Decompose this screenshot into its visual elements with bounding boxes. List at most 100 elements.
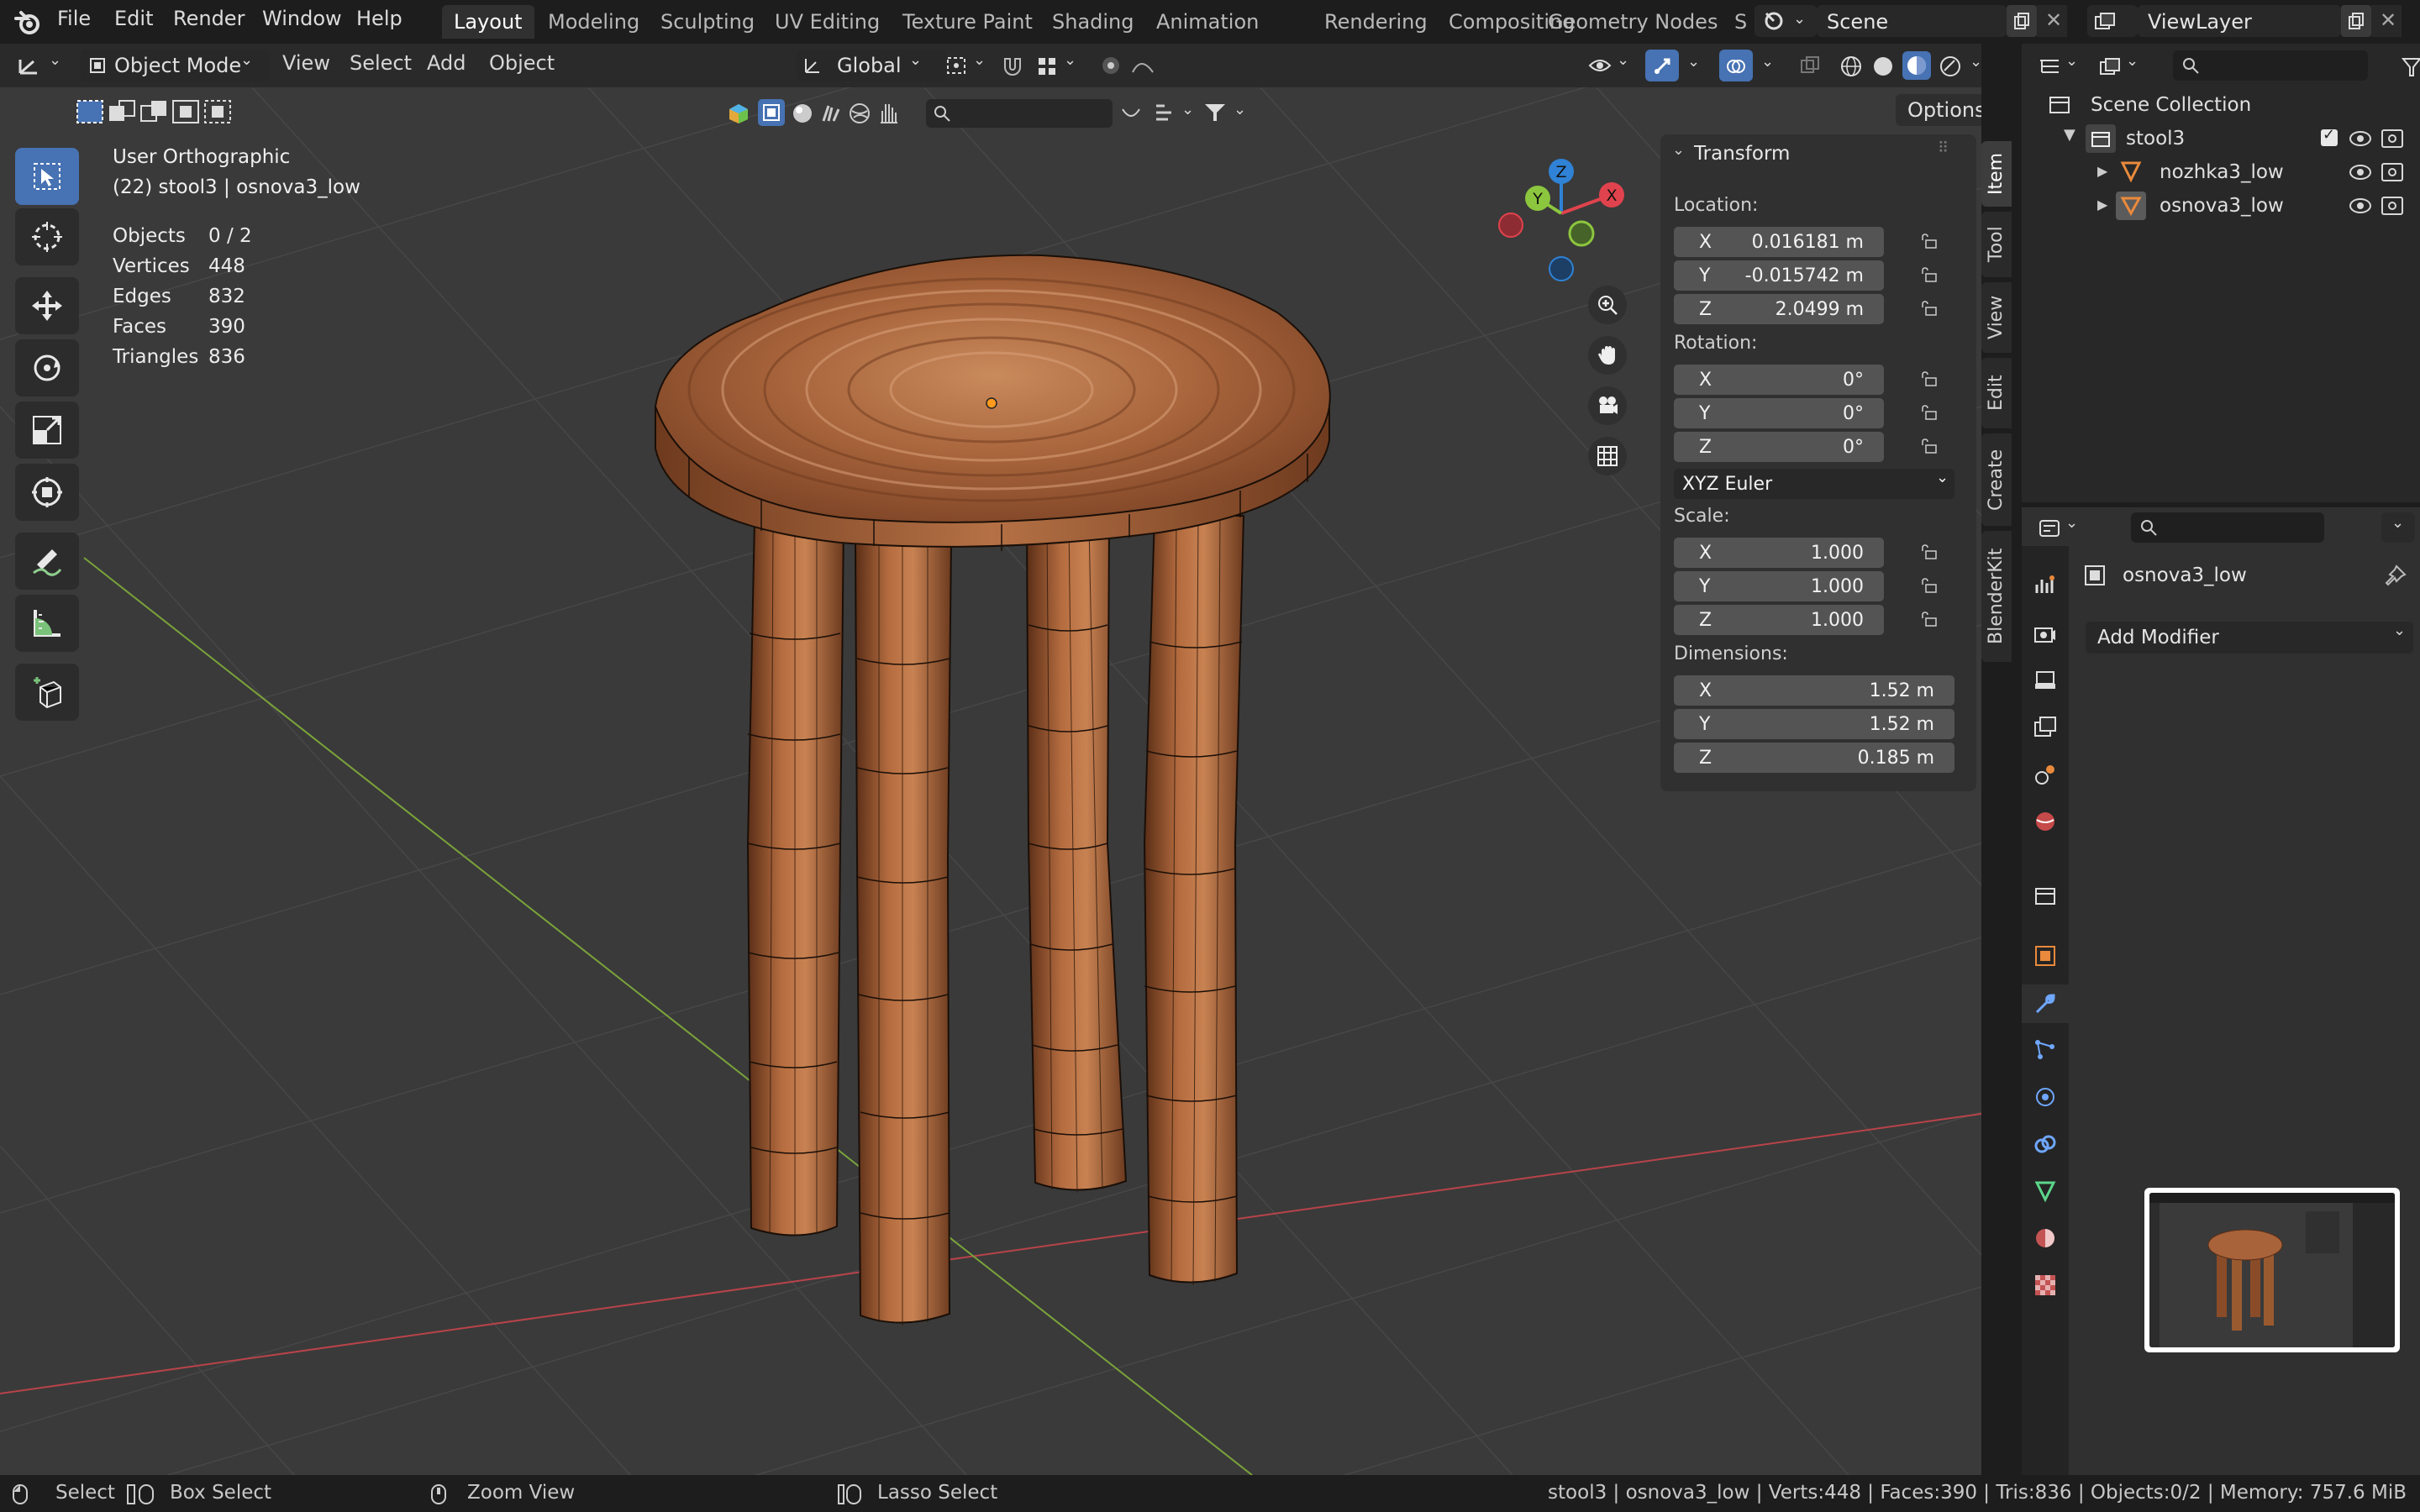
overlays-toggle-button[interactable] — [1719, 50, 1753, 81]
lock-icon[interactable] — [1919, 578, 1938, 593]
tab-more[interactable]: S — [1723, 5, 1759, 39]
dimensions-x-field[interactable]: X 1.52 m — [1674, 675, 1954, 706]
lock-icon[interactable] — [1919, 267, 1938, 282]
select-invert-icon[interactable] — [171, 99, 200, 124]
scene-name-field[interactable]: Scene — [1817, 5, 2007, 37]
tab-tool[interactable]: Tool — [1981, 212, 2012, 277]
thumbnail-preview[interactable] — [2144, 1188, 2400, 1352]
lights-icon[interactable] — [820, 102, 842, 124]
lock-icon[interactable] — [1919, 371, 1938, 386]
modifier-tab-active[interactable] — [2022, 984, 2069, 1023]
funnel-filter-icon[interactable] — [2402, 55, 2420, 77]
chevron-down-icon[interactable]: ⌄ — [1234, 101, 1246, 118]
add-modifier-dropdown[interactable]: Add Modifier ⌄ — [2086, 622, 2413, 654]
blender-logo-icon[interactable] — [13, 8, 42, 37]
camera-render-icon[interactable] — [2381, 129, 2403, 148]
view-layer-name-field[interactable]: ViewLayer — [2138, 5, 2341, 37]
menu-edit[interactable]: Edit — [114, 7, 153, 30]
lock-icon[interactable] — [1919, 612, 1938, 627]
properties-search-input[interactable] — [2131, 512, 2324, 543]
tab-view[interactable]: View — [1981, 282, 2012, 353]
chevron-down-icon[interactable]: ⌄ — [1687, 53, 1700, 71]
add-cube-tool[interactable] — [15, 664, 79, 721]
object-data-mesh-icon[interactable] — [2033, 1179, 2057, 1203]
tab-item[interactable]: Item — [1981, 141, 2012, 207]
object-menu[interactable]: Object — [489, 51, 555, 75]
viewport-search-input[interactable] — [926, 99, 1113, 128]
chevron-down-icon[interactable]: ⌄ — [1181, 101, 1194, 118]
xray-toggle-icon[interactable] — [1800, 55, 1820, 76]
scene-collection-label[interactable]: Scene Collection — [2091, 94, 2251, 116]
output-properties-icon[interactable] — [2033, 669, 2057, 692]
transform-tool[interactable] — [15, 464, 79, 521]
dimensions-y-field[interactable]: Y 1.52 m — [1674, 709, 1954, 739]
dimensions-z-field[interactable]: Z 0.185 m — [1674, 743, 1954, 773]
outliner-object-nozhka3[interactable]: nozhka3_low — [2160, 161, 2284, 183]
chevron-down-icon[interactable]: ⌄ — [1970, 53, 1982, 71]
gizmo-toggle-button[interactable] — [1645, 50, 1679, 81]
visibility-dropdown[interactable]: ⌄ — [1583, 50, 1634, 81]
scene-properties-icon[interactable] — [2033, 763, 2057, 786]
drag-handle-icon[interactable]: ⠿ — [1938, 139, 1949, 157]
select-menu[interactable]: Select — [350, 51, 412, 75]
list-filter-icon[interactable] — [1155, 102, 1178, 124]
move-tool[interactable] — [15, 277, 79, 334]
lock-icon[interactable] — [1919, 544, 1938, 559]
tab-geometry-nodes[interactable]: Geometry Nodes — [1536, 5, 1729, 39]
tab-modeling[interactable]: Modeling — [536, 5, 651, 39]
texture-properties-icon[interactable] — [2033, 1273, 2057, 1297]
properties-editor-type-dropdown[interactable]: ⌄ — [2033, 512, 2084, 544]
chevron-down-icon[interactable]: ⌄ — [1761, 53, 1774, 71]
location-y-field[interactable]: Y -0.015742 m — [1674, 260, 1884, 291]
mode-dropdown[interactable]: Object Mode ⌄ — [81, 50, 269, 81]
include-collection-checkbox[interactable]: ✓ — [2321, 126, 2338, 146]
measure-tool[interactable] — [15, 595, 79, 652]
scale-tool[interactable] — [15, 402, 79, 459]
lock-icon[interactable] — [1919, 234, 1938, 249]
location-z-field[interactable]: Z 2.0499 m — [1674, 294, 1884, 324]
pan-button[interactable] — [1588, 336, 1627, 375]
constraints-icon[interactable] — [2033, 1132, 2057, 1156]
particles-icon[interactable] — [2033, 1038, 2057, 1062]
rendered-shading-icon[interactable] — [1939, 55, 1961, 77]
location-x-field[interactable]: X 0.016181 m — [1674, 227, 1884, 257]
add-menu[interactable]: Add — [427, 51, 466, 75]
new-scene-button[interactable] — [2007, 5, 2037, 37]
delete-view-layer-button[interactable]: ✕ — [2371, 5, 2402, 37]
delete-scene-button[interactable]: ✕ — [2037, 5, 2067, 37]
eye-icon[interactable] — [2349, 198, 2371, 213]
annotate-tool[interactable] — [15, 533, 79, 590]
menu-window[interactable]: Window — [262, 7, 342, 30]
menu-help[interactable]: Help — [356, 7, 402, 30]
proportional-edit-icon[interactable] — [1101, 55, 1121, 76]
object-properties-icon[interactable] — [2033, 944, 2057, 968]
transform-orientation-dropdown[interactable]: Global ⌄ — [797, 50, 946, 81]
select-extend-icon[interactable] — [108, 99, 136, 124]
new-view-layer-button[interactable] — [2341, 5, 2371, 37]
funnel-filter-icon[interactable] — [1203, 101, 1227, 124]
render-properties-icon[interactable] — [2033, 622, 2057, 645]
view-layer-properties-icon[interactable] — [2033, 716, 2057, 739]
wireframe-shading-icon[interactable] — [1840, 55, 1862, 77]
collection-properties-icon[interactable] — [2033, 884, 2057, 907]
expand-arrow-icon[interactable]: ▼ — [2064, 126, 2075, 144]
tab-uv-editing[interactable]: UV Editing — [763, 5, 892, 39]
expand-arrow-icon[interactable]: ▶ — [2097, 163, 2107, 179]
material-preview-button[interactable] — [1902, 51, 1931, 80]
material-properties-icon[interactable] — [2033, 1226, 2057, 1250]
tab-sculpting[interactable]: Sculpting — [649, 5, 766, 39]
select-subtract-icon[interactable] — [139, 99, 168, 124]
filter-curve-toggle[interactable] — [1116, 99, 1146, 128]
lock-icon[interactable] — [1919, 301, 1938, 316]
cursor-tool[interactable] — [15, 208, 79, 265]
view-menu[interactable]: View — [282, 51, 330, 75]
select-box-tool[interactable] — [15, 148, 79, 205]
display-mode-dropdown[interactable]: ⌄ — [2094, 50, 2144, 82]
snap-target-dropdown[interactable]: ⌄ — [1034, 50, 1082, 81]
tool-settings-icon[interactable] — [2033, 573, 2057, 596]
rotation-z-field[interactable]: Z 0° — [1674, 432, 1884, 462]
rotate-tool[interactable] — [15, 339, 79, 396]
view-layer-type-dropdown[interactable] — [2087, 5, 2138, 37]
falloff-curve-icon[interactable] — [1131, 55, 1156, 76]
tab-rendering[interactable]: Rendering — [1313, 5, 1439, 39]
